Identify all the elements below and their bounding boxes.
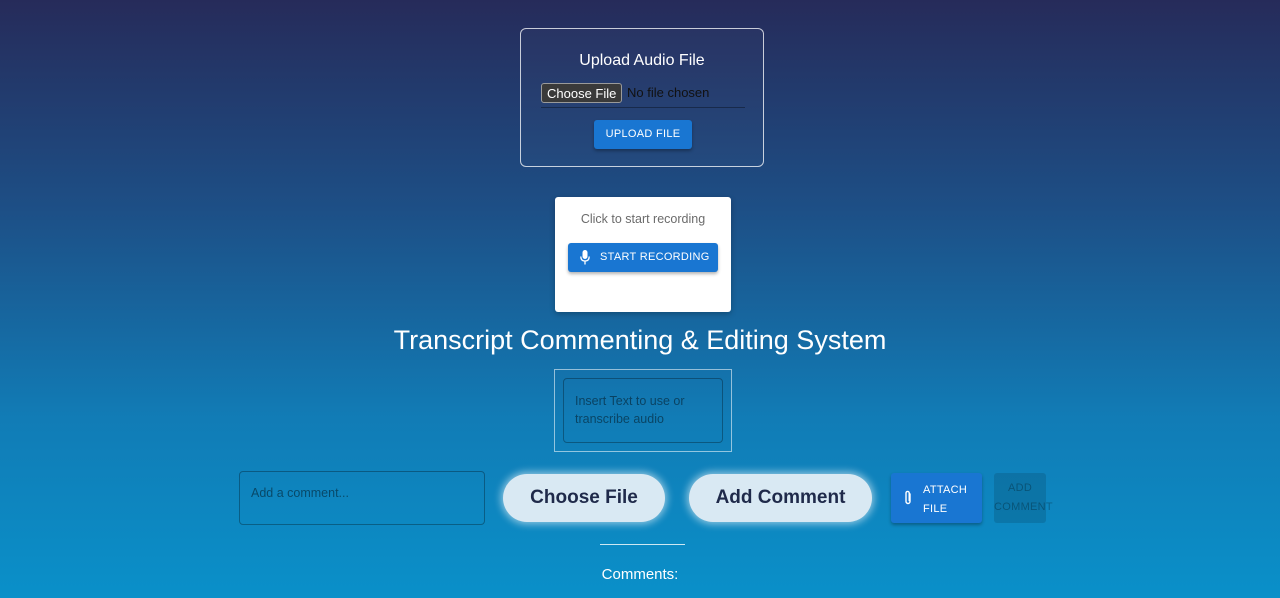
recording-card: Click to start recording START RECORDING: [555, 197, 731, 312]
recording-hint: Click to start recording: [580, 212, 706, 226]
divider: [600, 544, 685, 545]
upload-audio-card: Upload Audio File Choose File No file ch…: [520, 28, 764, 167]
start-recording-label: START RECORDING: [600, 251, 710, 263]
transcript-text-input[interactable]: Insert Text to use or transcribe audio: [563, 378, 723, 443]
attach-file-label: ATTACH FILE: [923, 484, 968, 515]
comments-heading: Comments:: [601, 566, 679, 583]
page-title: Transcript Commenting & Editing System: [393, 325, 887, 355]
comment-placeholder: Add a comment...: [251, 486, 349, 500]
choose-audio-file-button[interactable]: Choose File: [541, 83, 623, 103]
microphone-icon: [580, 250, 590, 265]
audio-file-input[interactable]: Choose File No file chosen: [541, 83, 745, 108]
paperclip-icon: [905, 490, 911, 505]
add-comment-disabled-button[interactable]: ADD COMMENT: [994, 473, 1053, 523]
start-recording-button[interactable]: START RECORDING: [568, 243, 718, 272]
file-status-text: No file chosen: [627, 85, 710, 100]
add-comment-button[interactable]: Add Comment: [689, 474, 872, 522]
upload-audio-title: Upload Audio File: [579, 52, 705, 69]
attach-file-button[interactable]: ATTACH FILE: [891, 473, 982, 523]
choose-file-button[interactable]: Choose File: [503, 474, 665, 522]
transcript-text-container: Insert Text to use or transcribe audio: [554, 369, 732, 452]
upload-file-button[interactable]: UPLOAD FILE: [594, 120, 692, 149]
comment-input[interactable]: Add a comment...: [239, 471, 485, 525]
transcript-text-placeholder: Insert Text to use or transcribe audio: [575, 394, 685, 426]
